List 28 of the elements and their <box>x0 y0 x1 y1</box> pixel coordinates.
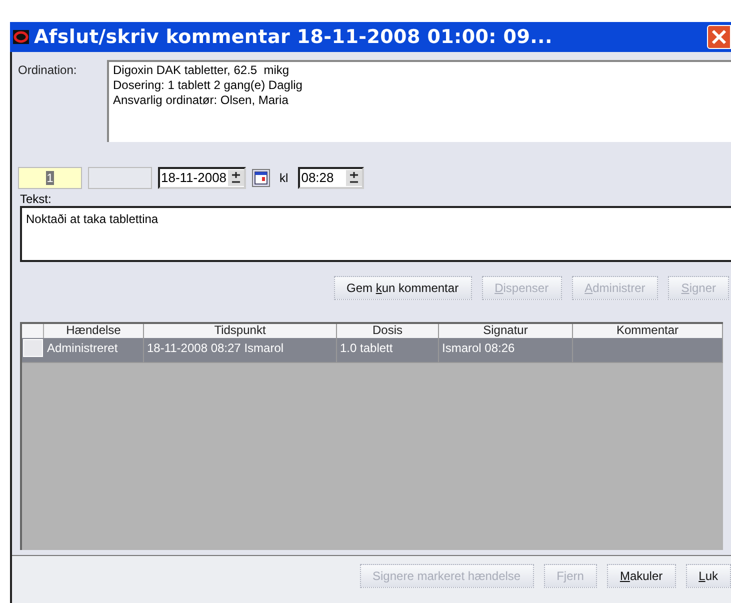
comment-text-area[interactable]: Noktaði at taka tablettina <box>20 206 731 262</box>
ordination-text-area[interactable]: Digoxin DAK tabletter, 62.5 mikg Dosering: 1 tablett 2 gang(e) Daglig Ansvarlig ordinatør: Olsen, Maria <box>107 60 731 142</box>
footer-button[interactable]: Luk <box>686 564 731 588</box>
table-cell: 1.0 tablett <box>340 341 393 355</box>
spinner-icon[interactable] <box>228 170 244 186</box>
date-field[interactable]: 18-11-2008 <box>158 167 246 189</box>
table-row[interactable]: Administreret 18-11-2008 08:27 Ismarol 1.0 tablett Ismarol 08:26 <box>22 338 723 363</box>
calendar-icon[interactable] <box>252 169 270 187</box>
spinner-icon[interactable] <box>346 170 362 186</box>
field-label: Tekst: <box>19 192 52 206</box>
ordination-line: Digoxin DAK tabletter, 62.5 mikg <box>113 63 290 78</box>
time-field[interactable]: 08:28 <box>298 167 364 189</box>
window-title: Afslut/skriv kommentar 18-11-2008 01:00: 09... <box>34 24 552 50</box>
app-logo-icon <box>13 30 29 44</box>
footer-button[interactable]: Makuler <box>606 564 676 588</box>
ordination-line: Dosering: 1 tablett 2 gang(e) Daglig <box>113 78 304 93</box>
ordination-line: Ansvarlig ordinatør: Olsen, Maria <box>113 93 290 108</box>
count-field[interactable]: 1 <box>18 167 82 189</box>
table-cell: Ismarol 08:26 <box>442 341 515 355</box>
action-button[interactable]: Gem kun kommentar <box>334 276 472 300</box>
input-field[interactable] <box>88 167 152 189</box>
row-header-cell[interactable] <box>23 339 43 357</box>
close-button[interactable] <box>707 25 731 49</box>
table-cell: Administreret <box>47 341 118 355</box>
time-label: kl <box>278 170 290 187</box>
close-icon <box>711 29 727 45</box>
table-cell: 18-11-2008 08:27 Ismarol <box>147 341 284 355</box>
field-label: Ordination: <box>18 62 78 79</box>
